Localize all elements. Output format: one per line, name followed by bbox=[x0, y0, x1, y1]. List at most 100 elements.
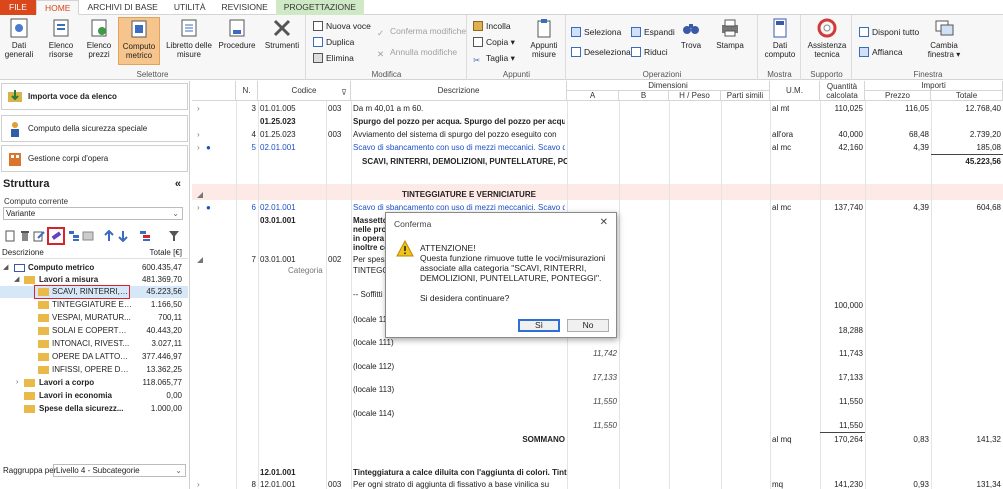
trova-button[interactable]: Trova bbox=[677, 17, 705, 50]
tab-utilita[interactable]: UTILITÀ bbox=[166, 0, 214, 15]
outline-icon[interactable] bbox=[139, 230, 151, 242]
filter-icon[interactable]: ⊽ bbox=[341, 83, 347, 103]
tab-home[interactable]: HOME bbox=[35, 0, 80, 15]
header-descrizione[interactable]: Descrizione bbox=[351, 81, 567, 101]
arrow-up-icon[interactable] bbox=[103, 230, 115, 242]
collapse-panel-button[interactable]: « bbox=[175, 178, 181, 190]
tab-file[interactable]: FILE bbox=[0, 0, 36, 15]
elenco-prezzi-button[interactable]: Elenco prezzi bbox=[82, 17, 116, 59]
header-codice[interactable]: Codice ⊽ bbox=[258, 81, 351, 101]
edit-icon[interactable] bbox=[33, 230, 45, 242]
computo-sicurezza-button[interactable]: Computo della sicurezza speciale bbox=[1, 115, 188, 142]
group-operazioni: Seleziona Deseleziona Espandi Riduci Tro… bbox=[567, 15, 758, 80]
filter-icon[interactable] bbox=[168, 230, 180, 242]
tree-row-computo[interactable]: ◢ Computo metrico 600.435,47 bbox=[0, 262, 188, 274]
dati-computo-button[interactable]: Dati computo bbox=[763, 17, 797, 59]
group-by-label: Raggruppa per bbox=[3, 466, 57, 475]
header-hpeso[interactable]: H / Peso bbox=[669, 91, 721, 101]
header-parti[interactable]: Parti simili bbox=[721, 91, 770, 101]
hierarchy-icon[interactable] bbox=[68, 230, 80, 242]
nuova-voce-button[interactable]: Nuova voce bbox=[313, 19, 371, 33]
seleziona-button[interactable]: Seleziona bbox=[571, 25, 621, 39]
affianca-button[interactable]: Affianca bbox=[859, 45, 903, 59]
tree-row-lavori-corpo[interactable]: › Lavori a corpo 118.065,77 bbox=[0, 377, 188, 389]
appunti-misure-button[interactable]: Appunti misure bbox=[526, 17, 562, 59]
dati-generali-button[interactable]: Dati generali bbox=[3, 17, 35, 59]
taglia-button[interactable]: ✂ Taglia ▾ bbox=[473, 51, 515, 65]
row-arrow-icon[interactable]: › bbox=[197, 103, 200, 114]
elimina-button[interactable]: Elimina bbox=[313, 51, 354, 65]
procedure-button[interactable]: Procedure bbox=[216, 17, 258, 50]
importa-voce-button[interactable]: Importa voce da elenco bbox=[1, 83, 188, 110]
remove-items-button[interactable] bbox=[47, 227, 65, 245]
group-supporto: Assistenza tecnica Supporto bbox=[802, 15, 852, 80]
expand-arrow-icon[interactable]: › bbox=[16, 377, 24, 389]
conferma-modifiche-button[interactable]: ✓ Conferma modifiche bbox=[377, 24, 466, 38]
cambia-finestra-button[interactable]: Cambia finestra ▾ bbox=[925, 17, 963, 59]
espandi-button[interactable]: Espandi bbox=[631, 25, 675, 39]
group-label-modifica: Modifica bbox=[371, 70, 402, 79]
tree-row-scavi[interactable]: SCAVI, RINTERRI, ... 45.223,56 bbox=[0, 285, 188, 299]
collapse-arrow-icon[interactable]: ◢ bbox=[197, 254, 203, 265]
folder-icon bbox=[24, 379, 35, 387]
duplica-button[interactable]: Duplica bbox=[313, 35, 354, 49]
elenco-risorse-button[interactable]: Elenco risorse bbox=[42, 17, 80, 59]
header-a[interactable]: A bbox=[567, 91, 619, 101]
collapse-arrow-icon[interactable]: ◢ bbox=[14, 274, 22, 286]
header-n[interactable]: N. bbox=[236, 81, 258, 101]
row-arrow-icon[interactable]: › bbox=[197, 129, 200, 140]
group-label-operazioni: Operazioni bbox=[642, 70, 682, 79]
incolla-button[interactable]: Incolla bbox=[473, 19, 511, 33]
calculator-icon bbox=[773, 18, 787, 38]
tab-progettazione[interactable]: PROGETTAZIONE bbox=[275, 0, 364, 15]
group-by-select[interactable]: Livello 4 - Subcategorie ⌄ bbox=[53, 464, 186, 477]
row-arrow-icon[interactable]: › bbox=[197, 142, 200, 153]
group-modifica: Nuova voce Duplica Elimina ✓ Conferma mod… bbox=[307, 15, 467, 80]
tree-row-lavori-economia[interactable]: Lavori in economia 0,00 bbox=[0, 390, 188, 402]
libretto-misure-button[interactable]: Libretto delle misure bbox=[164, 17, 214, 59]
tab-archivi[interactable]: ARCHIVI DI BASE bbox=[79, 0, 165, 15]
collapse-arrow-icon[interactable]: ◢ bbox=[197, 189, 203, 200]
strumenti-button[interactable]: Strumenti bbox=[262, 17, 302, 50]
disponi-tutto-button[interactable]: Disponi tutto bbox=[859, 25, 919, 39]
stampa-button[interactable]: Stampa bbox=[713, 17, 747, 50]
tree-row-intonaci[interactable]: INTONACI, RIVEST... 3.027,11 bbox=[0, 338, 188, 350]
assistenza-tecnica-button[interactable]: Assistenza tecnica bbox=[806, 17, 848, 59]
deseleziona-button[interactable]: Deseleziona bbox=[571, 45, 631, 59]
yes-button[interactable]: Sì bbox=[518, 319, 560, 332]
tree-row-infissi[interactable]: INFISSI, OPERE DA... 13.362,25 bbox=[0, 364, 188, 376]
no-button[interactable]: No bbox=[567, 319, 609, 332]
tree-row-tinteggiature[interactable]: TINTEGGIATURE E ... 1.166,50 bbox=[0, 299, 188, 311]
arrow-down-icon[interactable] bbox=[117, 230, 129, 242]
close-icon[interactable]: ✕ bbox=[600, 217, 608, 228]
collapse-arrow-icon[interactable]: ◢ bbox=[3, 262, 11, 274]
tab-revisione[interactable]: REVISIONE bbox=[214, 0, 276, 15]
warning-icon bbox=[396, 240, 414, 257]
header-um[interactable]: U.M. bbox=[770, 81, 820, 101]
clipboard-icon bbox=[537, 19, 551, 38]
header-prezzo[interactable]: Prezzo bbox=[865, 91, 931, 101]
folder-icon bbox=[24, 276, 35, 284]
header-b[interactable]: B bbox=[619, 91, 669, 101]
dialog-question: Si desidera continuare? bbox=[420, 293, 510, 303]
trash-icon[interactable] bbox=[19, 230, 31, 242]
tree-row-vespai[interactable]: VESPAI, MURATUR... 700,11 bbox=[0, 312, 188, 324]
annulla-modifiche-button[interactable]: ✕ Annulla modifiche bbox=[377, 45, 457, 59]
col-line bbox=[865, 101, 866, 489]
computo-metrico-button[interactable]: Computo metrico bbox=[118, 17, 160, 65]
header-totale[interactable]: Totale bbox=[931, 91, 1003, 101]
computo-corrente-select[interactable]: Variante ⌄ bbox=[3, 207, 183, 220]
col-line bbox=[236, 101, 237, 489]
tree-row-lattoneria[interactable]: OPERE DA LATTON... 377.446,97 bbox=[0, 351, 188, 363]
header-quantita[interactable]: Quantità calcolata bbox=[820, 81, 865, 101]
sum-line bbox=[820, 432, 865, 433]
row-arrow-icon[interactable]: › bbox=[197, 479, 200, 489]
riduci-button[interactable]: Riduci bbox=[631, 45, 668, 59]
new-page-icon[interactable] bbox=[4, 230, 16, 242]
gestione-corpi-button[interactable]: Gestione corpi d'opera bbox=[1, 145, 188, 172]
row-arrow-icon[interactable]: › bbox=[197, 202, 200, 213]
table-icon[interactable] bbox=[82, 230, 94, 242]
copia-button[interactable]: Copia ▾ bbox=[473, 35, 515, 49]
tree-row-spese-sicurezza[interactable]: Spese della sicurezz... 1.000,00 bbox=[0, 403, 188, 415]
tree-row-solai[interactable]: SOLAI E COPERTURE 40.443,20 bbox=[0, 325, 188, 337]
